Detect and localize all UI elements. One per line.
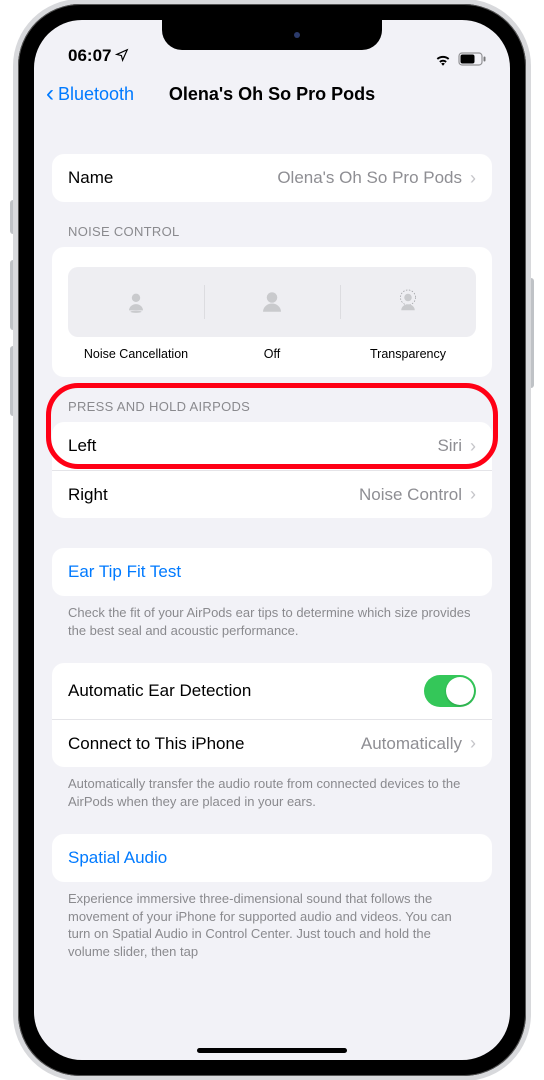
row-left-airpod[interactable]: Left Siri › — [52, 422, 492, 470]
press-hold-header: PRESS AND HOLD AIRPODS — [52, 377, 492, 422]
auto-ear-label: Automatic Ear Detection — [68, 681, 251, 701]
noise-cancel-icon — [122, 288, 150, 316]
noise-control-group: Noise Cancellation Off Transparency — [52, 247, 492, 377]
home-indicator[interactable] — [197, 1048, 347, 1053]
phone-frame: 06:07 ‹ Bluetooth Olena's Oh So Pro Pods — [18, 4, 526, 1076]
name-value: Olena's Oh So Pro Pods — [277, 168, 462, 188]
auto-ear-toggle[interactable] — [424, 675, 476, 707]
chevron-right-icon: › — [470, 484, 476, 505]
auto-footer: Automatically transfer the audio route f… — [52, 767, 492, 810]
nav-header: ‹ Bluetooth Olena's Oh So Pro Pods — [34, 68, 510, 120]
chevron-right-icon: › — [470, 168, 476, 189]
screen: 06:07 ‹ Bluetooth Olena's Oh So Pro Pods — [34, 20, 510, 1060]
noise-control-labels: Noise Cancellation Off Transparency — [68, 347, 476, 361]
chevron-right-icon: › — [470, 733, 476, 754]
back-button[interactable]: ‹ Bluetooth — [46, 82, 134, 106]
label-noise-off: Off — [204, 347, 340, 361]
page-title: Olena's Oh So Pro Pods — [169, 84, 375, 105]
toggle-knob — [446, 677, 474, 705]
group-eartip: Ear Tip Fit Test — [52, 548, 492, 596]
left-label: Left — [68, 436, 96, 456]
noise-off-option[interactable] — [204, 267, 340, 337]
noise-cancel-option[interactable] — [68, 267, 204, 337]
notch — [162, 20, 382, 50]
group-press-hold: Left Siri › Right Noise Control › — [52, 422, 492, 518]
battery-icon — [458, 52, 486, 66]
label-transparency: Transparency — [340, 347, 476, 361]
group-auto: Automatic Ear Detection Connect to This … — [52, 663, 492, 767]
right-value: Noise Control — [359, 485, 462, 505]
status-time: 06:07 — [68, 46, 111, 66]
volume-up-button — [10, 260, 16, 330]
transparency-icon — [393, 287, 423, 317]
row-auto-ear-detection[interactable]: Automatic Ear Detection — [52, 663, 492, 719]
group-name: Name Olena's Oh So Pro Pods › — [52, 154, 492, 202]
chevron-left-icon: ‹ — [46, 82, 54, 106]
power-button — [528, 278, 534, 388]
chevron-right-icon: › — [470, 436, 476, 457]
label-noise-cancel: Noise Cancellation — [68, 347, 204, 361]
volume-down-button — [10, 346, 16, 416]
left-value: Siri — [437, 436, 462, 456]
eartip-footer: Check the fit of your AirPods ear tips t… — [52, 596, 492, 639]
spatial-footer: Experience immersive three-dimensional s… — [52, 882, 492, 960]
row-spatial-audio[interactable]: Spatial Audio — [52, 834, 492, 882]
front-camera-icon — [294, 32, 300, 38]
group-spatial: Spatial Audio — [52, 834, 492, 882]
row-ear-tip-test[interactable]: Ear Tip Fit Test — [52, 548, 492, 596]
name-label: Name — [68, 168, 113, 188]
row-name[interactable]: Name Olena's Oh So Pro Pods › — [52, 154, 492, 202]
row-right-airpod[interactable]: Right Noise Control › — [52, 470, 492, 518]
location-icon — [115, 48, 129, 62]
settings-content[interactable]: Name Olena's Oh So Pro Pods › NOISE CONT… — [34, 120, 510, 1060]
connect-label: Connect to This iPhone — [68, 734, 244, 754]
wifi-icon — [434, 52, 452, 66]
noise-control-segmented — [68, 267, 476, 337]
spatial-label: Spatial Audio — [68, 848, 167, 868]
mute-switch — [10, 200, 16, 234]
back-label: Bluetooth — [58, 84, 134, 105]
eartip-label: Ear Tip Fit Test — [68, 562, 181, 582]
noise-off-icon — [257, 287, 287, 317]
noise-control-header: NOISE CONTROL — [52, 202, 492, 247]
transparency-option[interactable] — [340, 267, 476, 337]
right-label: Right — [68, 485, 108, 505]
connect-value: Automatically — [361, 734, 462, 754]
row-connect-iphone[interactable]: Connect to This iPhone Automatically › — [52, 719, 492, 767]
